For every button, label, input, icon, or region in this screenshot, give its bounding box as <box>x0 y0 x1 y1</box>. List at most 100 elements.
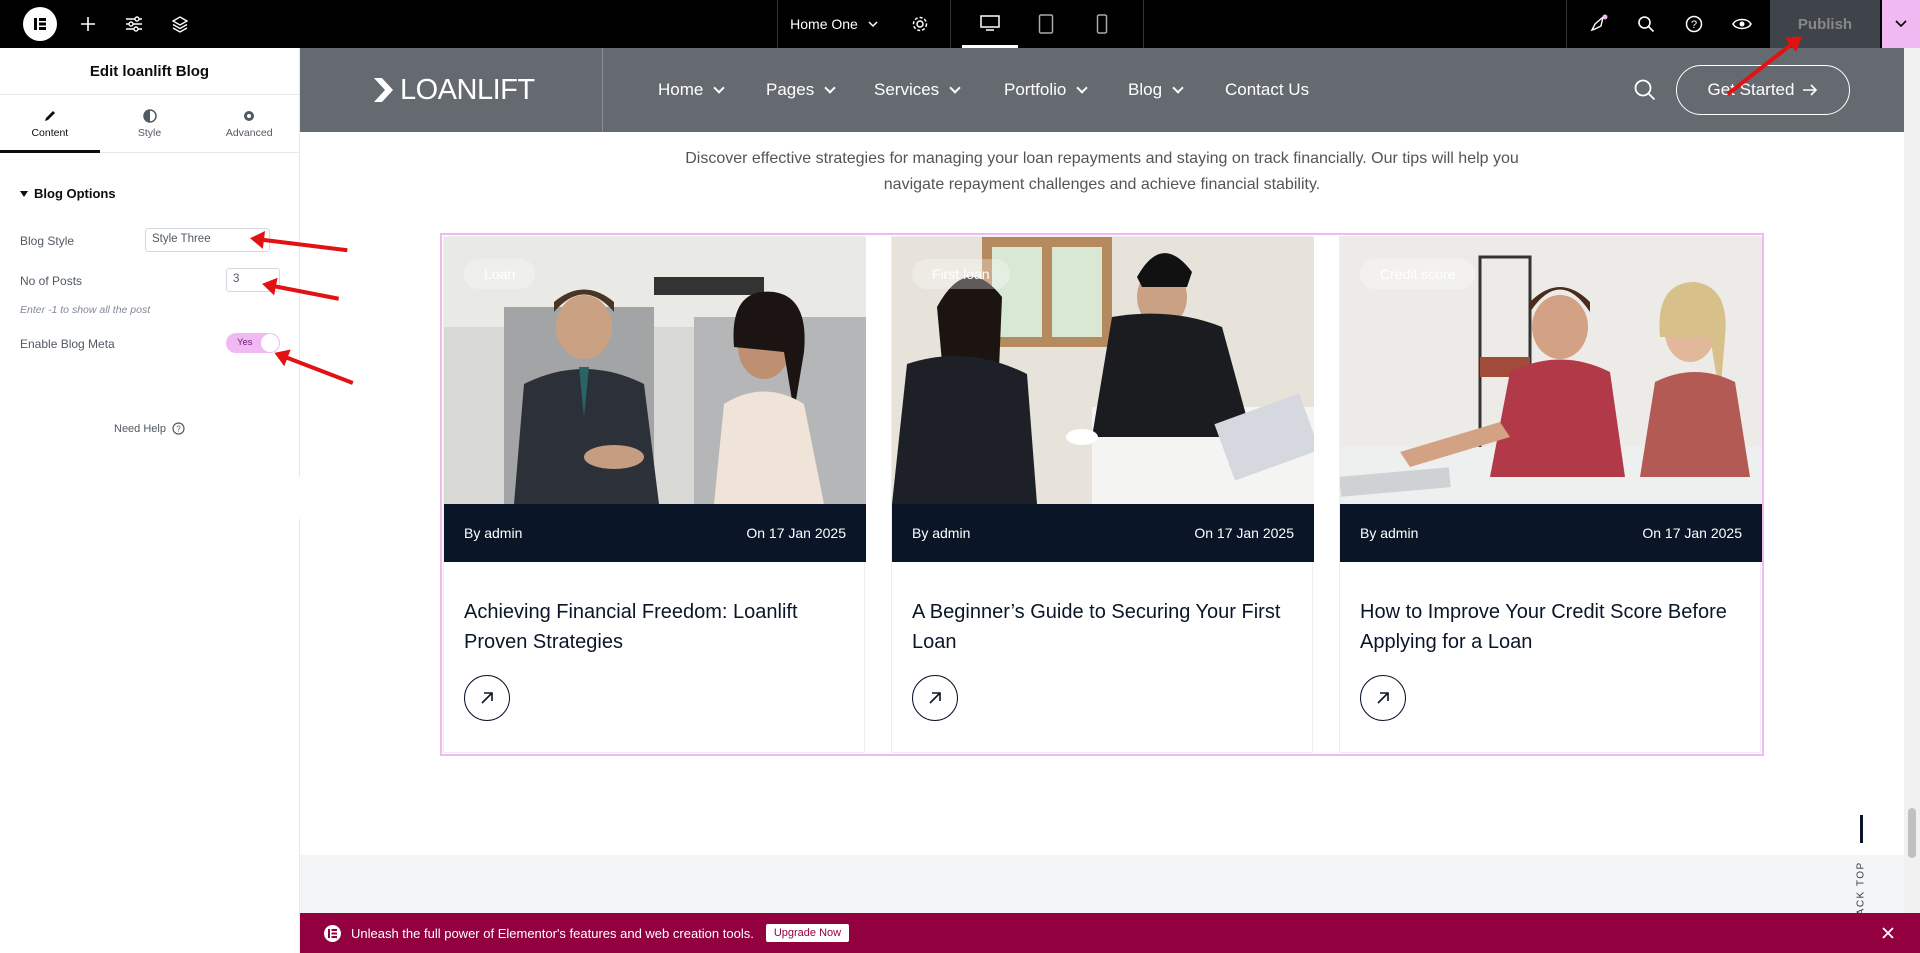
elementor-logo-button[interactable] <box>23 7 57 41</box>
post-meta: By admin On 17 Jan 2025 <box>444 504 866 562</box>
publish-options-button[interactable] <box>1882 0 1920 48</box>
page-settings-button[interactable] <box>904 0 936 48</box>
read-more-button[interactable] <box>1360 675 1406 721</box>
gear-icon <box>244 110 255 121</box>
elementor-logo-icon <box>34 18 46 30</box>
banner-text: Unleash the full power of Elementor's fe… <box>351 925 754 941</box>
canvas-scrollbar[interactable] <box>1904 48 1920 913</box>
add-element-button[interactable] <box>74 0 102 48</box>
caret-down-icon <box>20 190 28 197</box>
desktop-icon <box>980 14 1000 31</box>
eye-icon <box>1732 18 1752 30</box>
cta-label: Get Started <box>1707 80 1795 99</box>
post-meta: By admin On 17 Jan 2025 <box>892 504 1314 562</box>
intro-line-2: navigate repayment challenges and achiev… <box>883 176 1321 193</box>
read-more-button[interactable] <box>912 675 958 721</box>
chevron-down-icon <box>868 21 878 28</box>
blog-card[interactable]: First loan By admin On 17 Jan 2025 A Beg… <box>891 236 1314 753</box>
site-logo[interactable]: LOANLIFT <box>372 48 535 132</box>
question-icon: ? <box>1685 15 1703 33</box>
nav-home[interactable]: Home <box>658 48 726 132</box>
scrollbar-thumb[interactable] <box>1908 808 1916 858</box>
read-more-button[interactable] <box>464 675 510 721</box>
chevron-down-icon <box>713 81 726 94</box>
tab-content-label: Content <box>31 126 69 139</box>
nav-pages[interactable]: Pages <box>766 48 836 132</box>
category-tag[interactable]: Loan <box>464 259 536 289</box>
need-help-link[interactable]: Need Help ? <box>114 422 185 435</box>
preview-button[interactable] <box>1726 0 1758 48</box>
editor-topbar: Home One ? Publish <box>0 0 1920 48</box>
enable-meta-toggle[interactable]: Yes <box>226 333 280 353</box>
post-author[interactable]: By admin <box>912 525 970 541</box>
post-author[interactable]: By admin <box>1360 525 1418 541</box>
blog-card[interactable]: Credit score By admin On 17 Jan 2025 How… <box>1339 236 1762 753</box>
help-button[interactable]: ? <box>1678 0 1710 48</box>
elementor-logo-icon <box>324 924 341 942</box>
tab-advanced-label: Advanced <box>225 126 273 139</box>
upgrade-now-button[interactable]: Upgrade Now <box>765 924 850 942</box>
site-header: LOANLIFT Home Pages Services Portfolio B… <box>300 48 1904 132</box>
desktop-view-button[interactable] <box>962 0 1018 48</box>
tab-style[interactable]: Style <box>100 95 200 152</box>
nav-services[interactable]: Services <box>874 48 961 132</box>
tab-advanced[interactable]: Advanced <box>199 95 299 152</box>
nav-contact[interactable]: Contact Us <box>1225 48 1309 132</box>
publish-label: Publish <box>1797 15 1853 33</box>
promo-banner: Unleash the full power of Elementor's fe… <box>300 913 1920 953</box>
post-meta: By admin On 17 Jan 2025 <box>1340 504 1762 562</box>
post-title[interactable]: How to Improve Your Credit Score Before … <box>1360 597 1755 657</box>
chevron-down-icon <box>1172 81 1184 94</box>
svg-text:?: ? <box>176 425 181 434</box>
arrow-up-right-icon <box>481 692 493 704</box>
page-name: Home One <box>790 16 858 32</box>
need-help-label: Need Help <box>114 422 166 435</box>
arrow-right-icon <box>1803 84 1818 96</box>
nav-contact-label: Contact Us <box>1225 80 1310 99</box>
tab-content[interactable]: Content <box>0 95 100 153</box>
blog-card[interactable]: Loan By admin On 17 Jan 2025 Achieving F… <box>443 236 866 753</box>
get-started-button[interactable]: Get Started <box>1676 65 1850 115</box>
preview-canvas: LOANLIFT Home Pages Services Portfolio B… <box>300 48 1904 953</box>
site-settings-button[interactable] <box>120 0 148 48</box>
arrow-up-right-icon <box>1377 692 1389 704</box>
meta-label: Enable Blog Meta <box>20 337 115 351</box>
whats-new-button[interactable] <box>1582 0 1614 48</box>
page-selector[interactable]: Home One <box>778 0 890 48</box>
post-date: On 17 Jan 2025 <box>1642 525 1742 541</box>
blog-style-label: Blog Style <box>20 234 75 248</box>
category-tag[interactable]: Credit score <box>1360 259 1476 289</box>
tablet-view-button[interactable] <box>1018 0 1074 48</box>
sliders-icon <box>126 16 142 32</box>
nav-home-label: Home <box>658 80 704 99</box>
nav-blog-label: Blog <box>1128 80 1163 99</box>
nav-blog[interactable]: Blog <box>1128 48 1184 132</box>
panel-tabs: Content Style Advanced <box>0 95 299 153</box>
mobile-view-button[interactable] <box>1074 0 1130 48</box>
close-icon[interactable] <box>1882 927 1894 939</box>
structure-button[interactable] <box>166 0 194 48</box>
nav-pages-label: Pages <box>766 80 815 99</box>
post-date: On 17 Jan 2025 <box>1194 525 1294 541</box>
chevron-down-icon <box>824 81 836 94</box>
panel-title: Edit loanlift Blog <box>0 48 299 95</box>
logo-text: LOANLIFT <box>400 73 535 106</box>
post-author[interactable]: By admin <box>464 525 522 541</box>
chevron-down-icon <box>1076 81 1089 94</box>
post-title[interactable]: A Beginner’s Guide to Securing Your Firs… <box>912 597 1307 657</box>
post-title[interactable]: Achieving Financial Freedom: Loanlift Pr… <box>464 597 859 657</box>
category-tag[interactable]: First loan <box>912 259 1010 289</box>
toggle-label: Yes <box>237 337 253 348</box>
e-glyph-icon <box>328 928 337 938</box>
search-button[interactable] <box>1630 0 1662 48</box>
site-search-button[interactable] <box>1634 79 1656 106</box>
posts-hint: Enter -1 to show all the post <box>20 304 151 316</box>
section-blog-options[interactable]: Blog Options <box>20 186 116 201</box>
tab-style-label: Style <box>137 126 162 139</box>
plus-icon <box>81 17 95 31</box>
nav-services-label: Services <box>874 80 940 99</box>
search-icon <box>1634 79 1656 101</box>
nav-portfolio[interactable]: Portfolio <box>1004 48 1089 132</box>
chevron-down-icon <box>949 81 961 94</box>
posts-label: No of Posts <box>20 274 83 288</box>
